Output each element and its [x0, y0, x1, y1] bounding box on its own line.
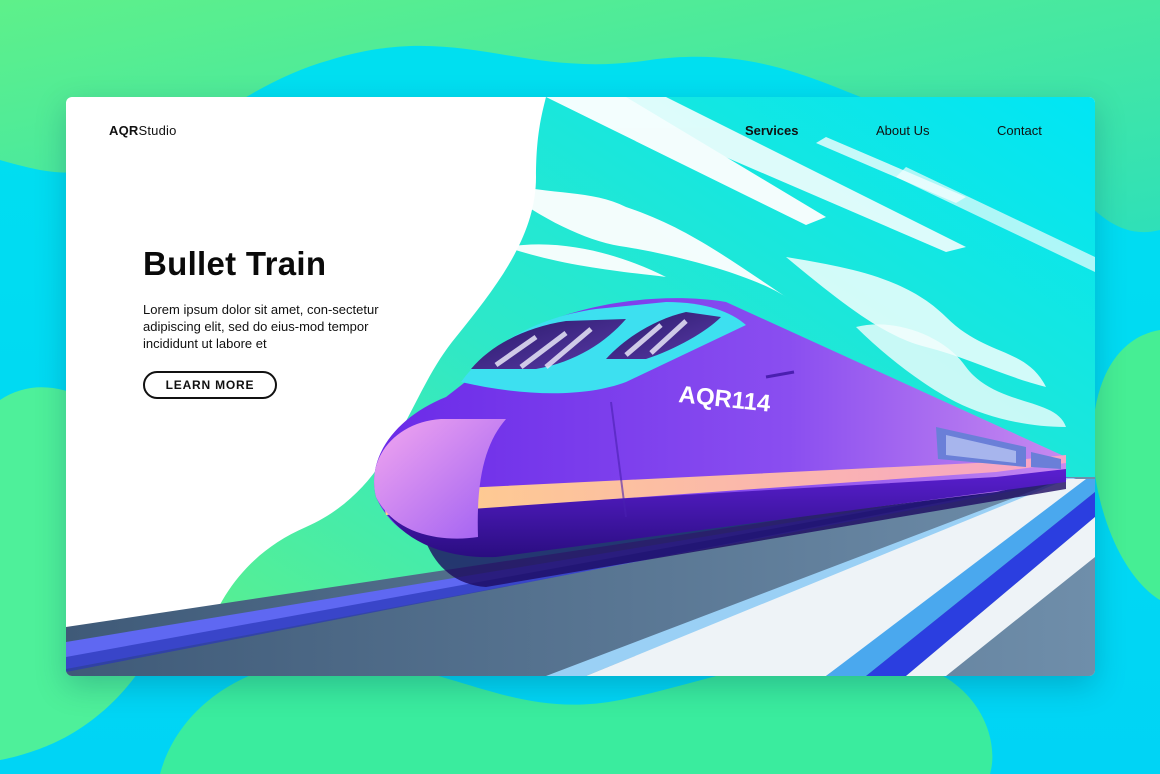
nav-contact[interactable]: Contact	[997, 123, 1042, 138]
learn-more-button[interactable]: LEARN MORE	[143, 371, 277, 399]
landing-card: AQR114 AQRStudio Services About Us Conta…	[66, 97, 1095, 676]
brand-logo-bold: AQR	[109, 123, 139, 138]
hero-title: Bullet Train	[143, 245, 327, 282]
nav-services[interactable]: Services	[745, 123, 799, 138]
nav-about-us[interactable]: About Us	[876, 123, 929, 138]
brand-logo[interactable]: AQRStudio	[109, 123, 177, 138]
brand-logo-rest: Studio	[138, 123, 177, 138]
hero-description: Lorem ipsum dolor sit amet, con-sectetur…	[143, 302, 379, 351]
